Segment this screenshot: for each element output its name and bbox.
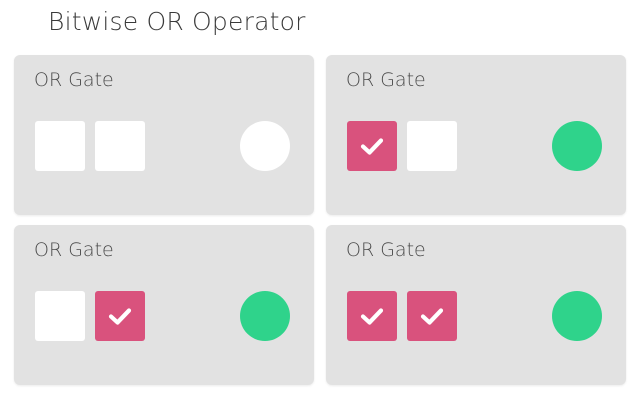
output-indicator	[552, 291, 602, 341]
or-gate-card: OR Gate	[326, 55, 626, 215]
input-b-checkbox[interactable]	[95, 291, 145, 341]
checkmark-icon	[360, 308, 384, 325]
or-gate-card: OR Gate	[14, 225, 314, 385]
page: Bitwise OR Operator OR Gate OR Gate OR G…	[0, 0, 640, 401]
or-gate-card: OR Gate	[326, 225, 626, 385]
output-indicator	[552, 121, 602, 171]
checkmark-icon	[360, 138, 384, 155]
input-a-checkbox[interactable]	[35, 291, 85, 341]
gate-title: OR Gate	[34, 69, 114, 91]
or-gate-card: OR Gate	[14, 55, 314, 215]
gate-title: OR Gate	[346, 69, 426, 91]
gate-title: OR Gate	[34, 239, 114, 261]
output-indicator	[240, 291, 290, 341]
input-a-checkbox[interactable]	[347, 121, 397, 171]
checkmark-icon	[108, 308, 132, 325]
page-title: Bitwise OR Operator	[48, 7, 306, 36]
output-indicator	[240, 121, 290, 171]
input-a-checkbox[interactable]	[35, 121, 85, 171]
input-b-checkbox[interactable]	[95, 121, 145, 171]
checkmark-icon	[420, 308, 444, 325]
input-b-checkbox[interactable]	[407, 291, 457, 341]
input-a-checkbox[interactable]	[347, 291, 397, 341]
gate-title: OR Gate	[346, 239, 426, 261]
input-b-checkbox[interactable]	[407, 121, 457, 171]
